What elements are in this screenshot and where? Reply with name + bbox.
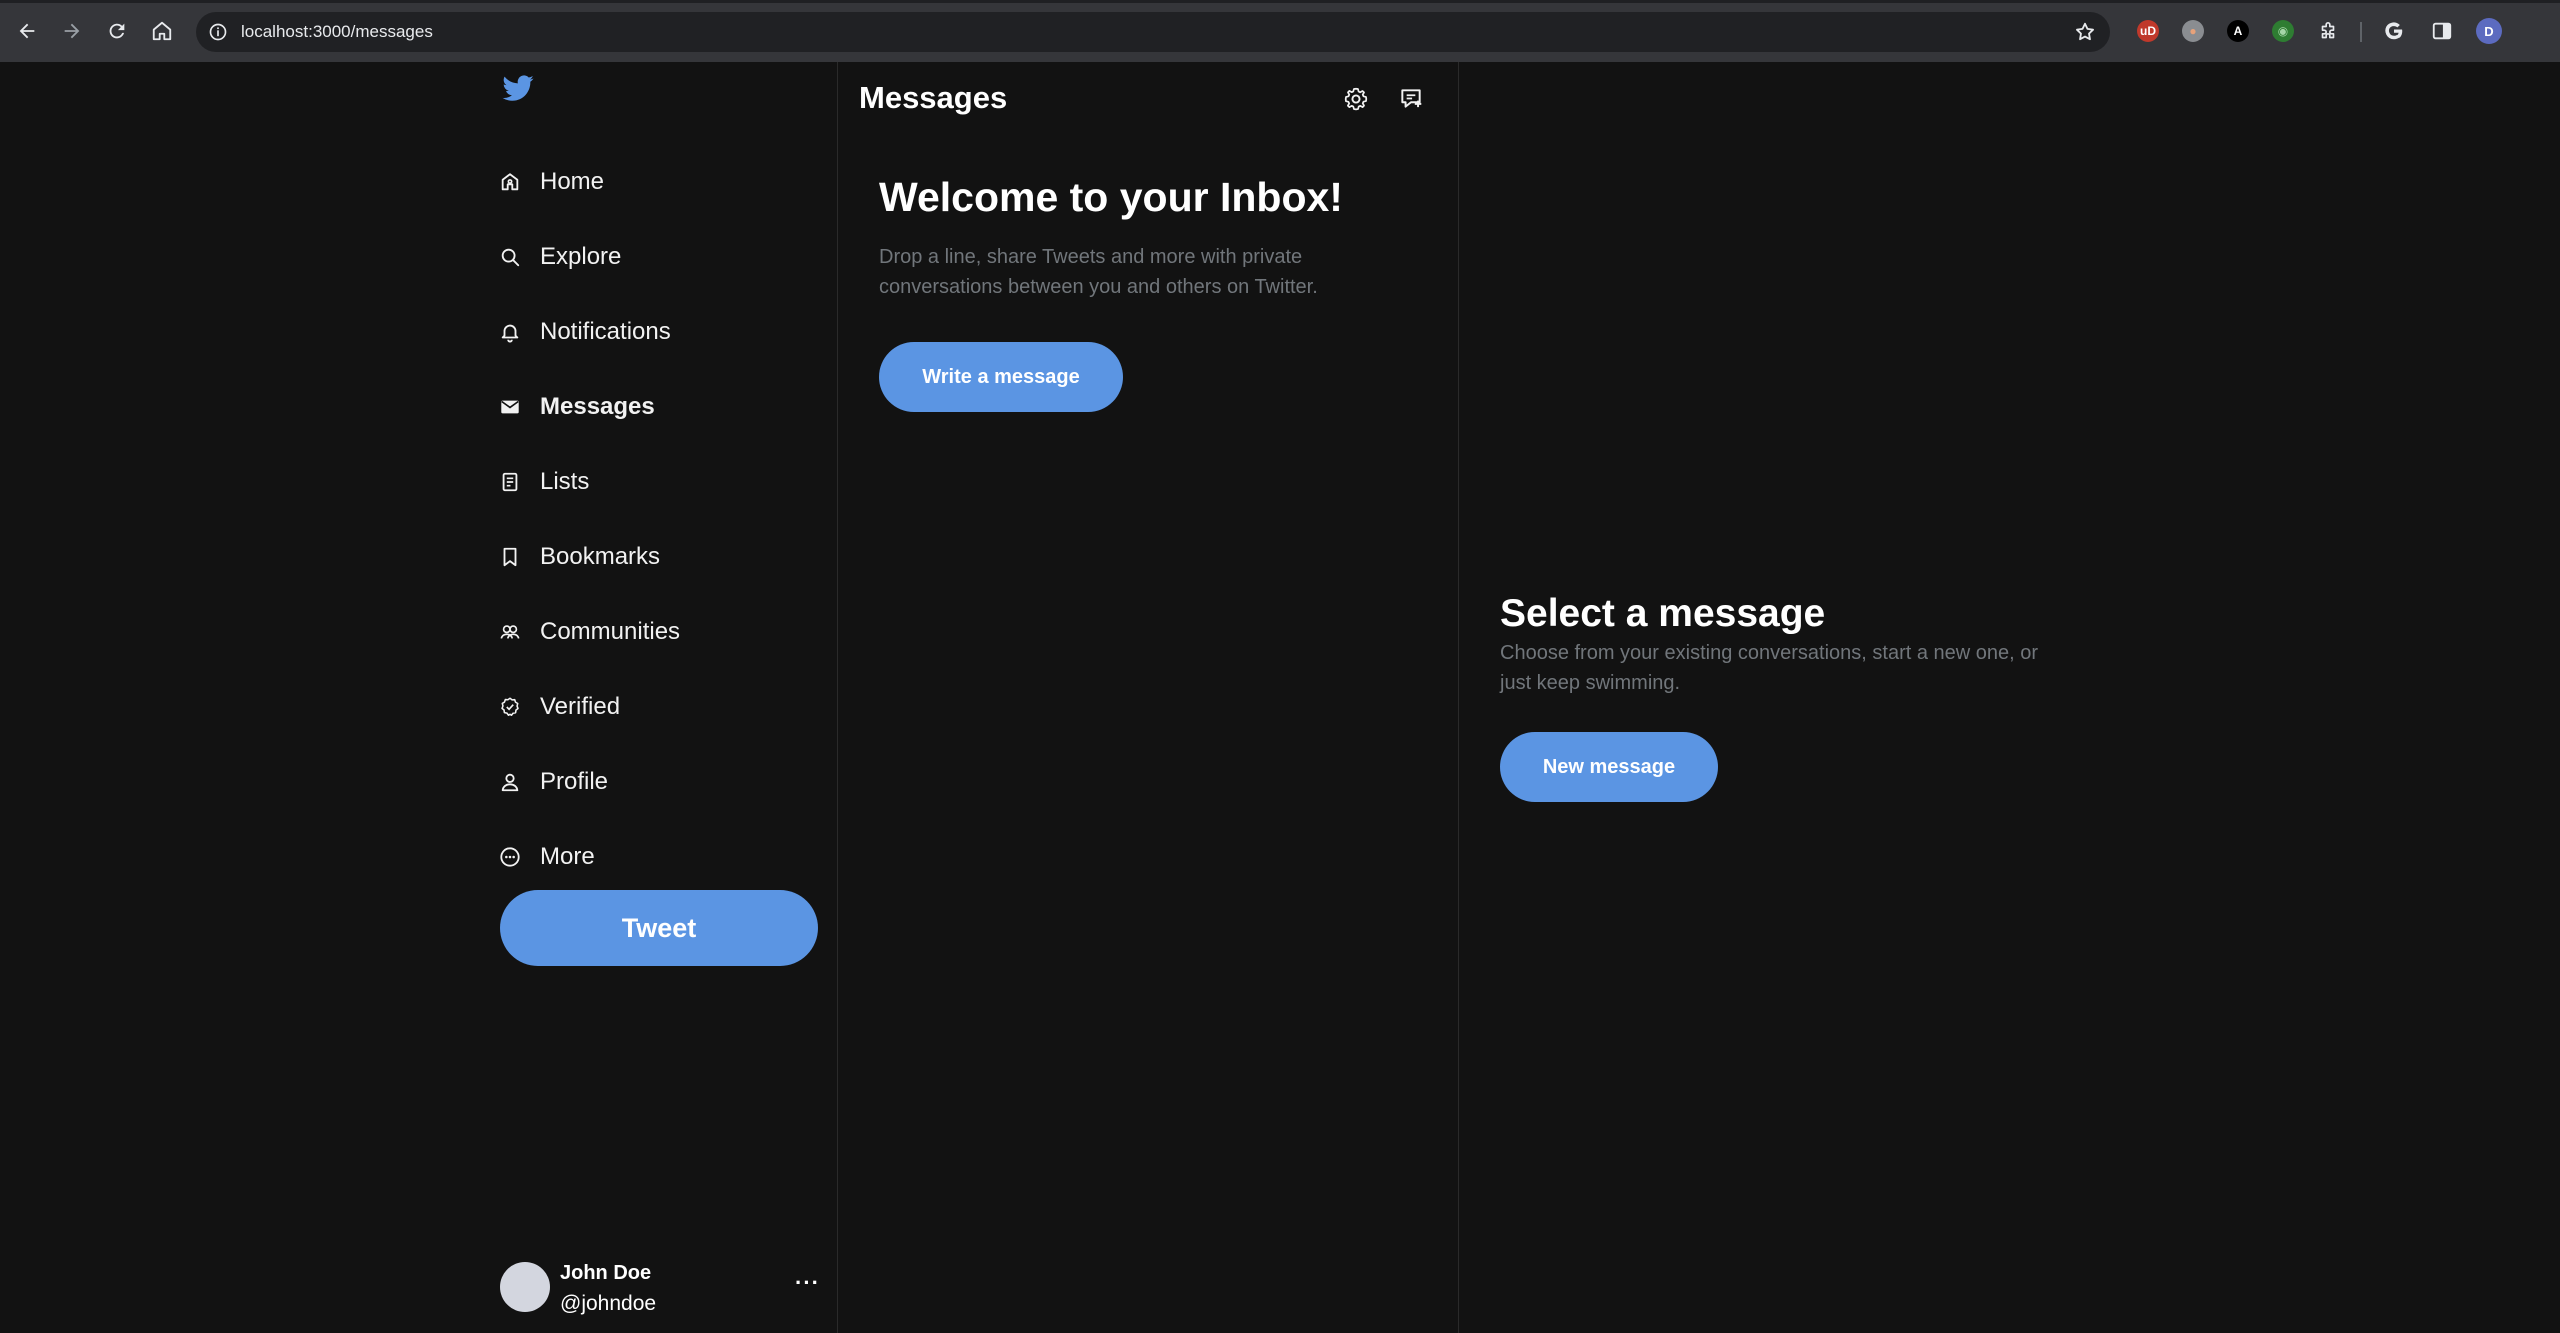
sidebar-item-label: Profile bbox=[540, 767, 609, 795]
sidebar-item-notifications[interactable]: Notifications bbox=[498, 294, 828, 369]
sidebar-item-lists[interactable]: Lists bbox=[498, 444, 828, 519]
sidebar-item-home[interactable]: Home bbox=[498, 144, 828, 219]
bookmark-icon bbox=[498, 545, 522, 569]
sidebar-item-verified[interactable]: Verified bbox=[498, 669, 828, 744]
url-text[interactable]: localhost:3000/messages bbox=[241, 22, 433, 42]
search-icon bbox=[498, 245, 522, 269]
gear-icon bbox=[1344, 87, 1368, 111]
account-more-button[interactable]: ··· bbox=[795, 1270, 820, 1296]
home-page-button[interactable] bbox=[147, 16, 177, 46]
sidebar-item-communities[interactable]: Communities bbox=[498, 594, 828, 669]
twitter-bird-icon[interactable] bbox=[498, 72, 538, 106]
home-icon bbox=[498, 170, 522, 194]
reload-button[interactable] bbox=[102, 16, 132, 46]
arrow-right-icon bbox=[64, 23, 80, 39]
sidebar-item-more[interactable]: More bbox=[498, 819, 828, 894]
side-panel-button[interactable] bbox=[2431, 20, 2453, 42]
sidebar-item-label: Notifications bbox=[540, 317, 671, 345]
font-a-icon[interactable]: A bbox=[2227, 20, 2249, 42]
sidebar-item-label: Home bbox=[540, 167, 605, 195]
browser-toolbar: localhost:3000/messages uD ● A ◉ D bbox=[0, 0, 2560, 62]
sidebar-item-bookmarks[interactable]: Bookmarks bbox=[498, 519, 828, 594]
tweet-button[interactable]: Tweet bbox=[500, 890, 818, 966]
conversation-panel: Select a message Choose from your existi… bbox=[1460, 62, 2560, 1333]
account-switcher[interactable]: John Doe @johndoe ··· bbox=[500, 1258, 820, 1320]
google-button[interactable] bbox=[2383, 20, 2405, 42]
reload-icon bbox=[109, 23, 125, 39]
sidebar-item-profile[interactable]: Profile bbox=[498, 744, 828, 819]
back-button[interactable] bbox=[12, 16, 42, 46]
inbox-welcome-text: Drop a line, share Tweets and more with … bbox=[879, 246, 1318, 298]
envelope-icon bbox=[498, 395, 522, 419]
write-message-button[interactable]: Write a message bbox=[879, 342, 1123, 412]
avatar bbox=[500, 1262, 550, 1312]
list-icon bbox=[498, 470, 522, 494]
compose-message-button[interactable] bbox=[1396, 84, 1426, 114]
bell-icon bbox=[498, 320, 522, 344]
target-icon[interactable]: ◉ bbox=[2272, 20, 2294, 42]
more-circle-icon bbox=[498, 845, 522, 869]
bookmark-star-icon[interactable] bbox=[2074, 21, 2096, 43]
sidebar-item-explore[interactable]: Explore bbox=[498, 219, 828, 294]
select-message-title: Select a message bbox=[1500, 592, 1826, 635]
forward-button[interactable] bbox=[57, 16, 87, 46]
tab-strip-edge bbox=[0, 0, 2560, 3]
google-g-icon bbox=[2385, 22, 2403, 40]
page-title: Messages bbox=[859, 80, 1008, 115]
settings-button[interactable] bbox=[1341, 84, 1371, 114]
sidebar-item-label: Verified bbox=[540, 692, 621, 720]
communities-icon bbox=[498, 620, 522, 644]
toolbar-divider bbox=[2360, 22, 2362, 42]
user-display-name: John Doe bbox=[560, 1262, 652, 1284]
house-icon bbox=[152, 21, 172, 41]
verified-icon bbox=[498, 695, 522, 719]
user-handle: @johndoe bbox=[560, 1292, 657, 1315]
main-nav: Home Explore Notifications Messages List… bbox=[498, 144, 828, 894]
extensions-puzzle-button[interactable] bbox=[2316, 20, 2340, 44]
sidebar-item-messages[interactable]: Messages bbox=[498, 369, 828, 444]
sidebar-item-label: Communities bbox=[540, 617, 681, 645]
arrow-left-icon bbox=[19, 23, 35, 39]
sidebar-item-label: Messages bbox=[540, 392, 655, 420]
sidebar-item-label: More bbox=[540, 842, 595, 870]
profile-avatar-button[interactable]: D bbox=[2476, 18, 2502, 44]
sidebar-item-label: Bookmarks bbox=[540, 542, 661, 570]
sidebar-item-label: Lists bbox=[540, 467, 590, 495]
inbox-welcome-title: Welcome to your Inbox! bbox=[879, 174, 1343, 220]
twitter-app: Home Explore Notifications Messages List… bbox=[0, 62, 2560, 1333]
new-message-button[interactable]: New message bbox=[1500, 732, 1718, 802]
address-bar[interactable]: localhost:3000/messages bbox=[196, 12, 2110, 52]
puzzle-icon bbox=[2321, 22, 2335, 39]
messages-panel: Messages Welcome to your Inbox! Drop a l… bbox=[839, 62, 1459, 1333]
user-icon bbox=[498, 770, 522, 794]
side-panel-icon bbox=[2432, 22, 2452, 40]
ublock-icon[interactable]: uD bbox=[2137, 20, 2159, 42]
cookie-icon[interactable]: ● bbox=[2182, 20, 2204, 42]
select-message-text: Choose from your existing conversations,… bbox=[1500, 642, 2039, 694]
sidebar-item-label: Explore bbox=[540, 242, 622, 270]
new-message-icon bbox=[1401, 89, 1422, 108]
site-info-icon[interactable] bbox=[208, 22, 228, 42]
sidebar: Home Explore Notifications Messages List… bbox=[498, 62, 838, 1333]
